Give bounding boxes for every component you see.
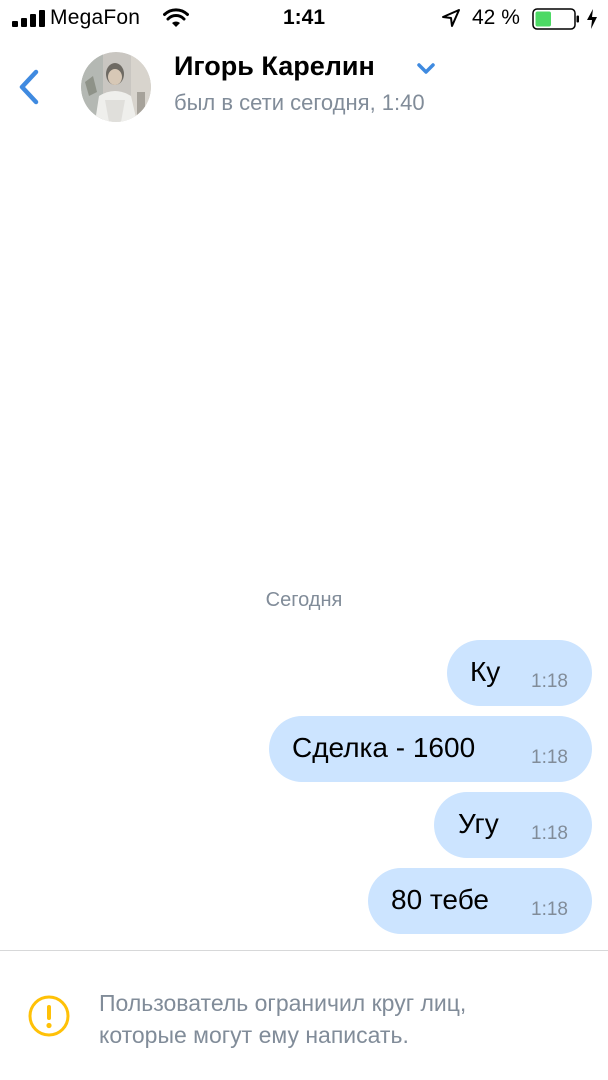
message-bubble[interactable]: Ку 1:18 (447, 640, 592, 706)
message-time: 1:18 (531, 899, 568, 920)
battery-icon (532, 8, 579, 30)
location-icon (442, 9, 460, 27)
message-bubble[interactable]: 80 тебе 1:18 (368, 868, 592, 934)
chat-header: Игорь Карелин был в сети сегодня, 1:40 (0, 40, 608, 136)
battery-percent: 42 % (472, 6, 520, 29)
message-bubble[interactable]: Угу 1:18 (434, 792, 592, 858)
charging-icon (587, 9, 597, 29)
back-chevron-icon[interactable] (10, 62, 50, 112)
message-text: Сделка - 1600 (292, 732, 476, 763)
message-text: Ку (470, 656, 501, 687)
contact-name[interactable]: Игорь Карелин (174, 51, 375, 82)
restriction-notice: Пользователь ограничил круг лиц, которые… (99, 990, 467, 1048)
message-time: 1:18 (531, 671, 568, 692)
chevron-down-icon[interactable] (414, 61, 438, 77)
warning-icon (28, 995, 70, 1037)
message-text: 80 тебе (391, 884, 489, 915)
last-seen-status: был в сети сегодня, 1:40 (174, 90, 425, 115)
battery-fill (535, 11, 551, 27)
chat-screen: MegaFon 1:41 42 % Игорь Карелин был в се… (0, 0, 608, 1080)
footer-divider (0, 950, 608, 951)
date-divider: Сегодня (265, 589, 343, 611)
message-time: 1:18 (531, 823, 568, 844)
status-bar: MegaFon 1:41 42 % (0, 0, 608, 40)
message-time: 1:18 (531, 747, 568, 768)
avatar[interactable] (81, 52, 151, 122)
message-text: Угу (458, 808, 499, 839)
message-bubble[interactable]: Сделка - 1600 1:18 (269, 716, 592, 782)
